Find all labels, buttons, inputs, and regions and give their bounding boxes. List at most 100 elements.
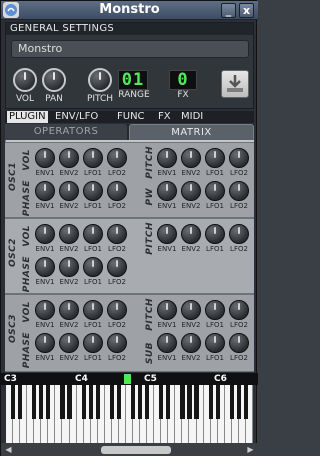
tab-func[interactable]: FUNC: [117, 111, 145, 123]
mod-knob-lfo2[interactable]: [107, 257, 127, 277]
tab-plugin[interactable]: PLUGIN: [7, 111, 48, 123]
mod-knob-lfo1[interactable]: [205, 224, 225, 244]
mod-label: ENV1: [157, 321, 177, 329]
mod-knob-lfo1[interactable]: [205, 333, 225, 353]
mod-knob-env1[interactable]: [35, 300, 55, 320]
mod-knob-env2[interactable]: [59, 333, 79, 353]
mod-knob-lfo2[interactable]: [229, 148, 249, 168]
mod-knob-env1[interactable]: [35, 181, 55, 201]
black-key[interactable]: [130, 385, 136, 419]
black-key[interactable]: [32, 385, 37, 419]
scroll-right-icon[interactable]: ▶: [245, 445, 256, 455]
mod-knob-env1[interactable]: [157, 181, 177, 201]
piano-keyboard[interactable]: [6, 385, 253, 443]
pan-knob[interactable]: [42, 68, 66, 92]
mod-knob-lfo1[interactable]: [205, 300, 225, 320]
black-key[interactable]: [180, 385, 185, 419]
black-key[interactable]: [81, 385, 86, 419]
mod-knob-env1[interactable]: [35, 224, 55, 244]
mod-knob-env1[interactable]: [157, 148, 177, 168]
black-key[interactable]: [109, 385, 114, 419]
black-key[interactable]: [208, 385, 213, 419]
vol-knob[interactable]: [13, 68, 37, 92]
black-key[interactable]: [145, 385, 150, 419]
mod-knob-lfo1[interactable]: [205, 181, 225, 201]
black-key[interactable]: [116, 385, 122, 419]
scroll-left-icon[interactable]: ◀: [3, 445, 14, 455]
mod-knob-env2[interactable]: [59, 257, 79, 277]
black-key[interactable]: [187, 385, 192, 419]
mod-knob-env2[interactable]: [181, 148, 201, 168]
black-key[interactable]: [243, 385, 249, 419]
mod-label: ENV1: [157, 245, 177, 253]
mod-knob-env1[interactable]: [157, 224, 177, 244]
mod-label: LFO1: [84, 354, 102, 362]
black-key[interactable]: [215, 385, 220, 419]
scroll-thumb[interactable]: [101, 446, 171, 454]
mod-knob-env2[interactable]: [59, 300, 79, 320]
pitch-knob[interactable]: [88, 68, 112, 92]
black-key[interactable]: [194, 385, 199, 419]
black-key[interactable]: [10, 385, 16, 419]
tab-fx[interactable]: FX: [158, 111, 171, 123]
mod-knob-lfo2[interactable]: [107, 148, 127, 168]
mod-knob-lfo1[interactable]: [83, 148, 103, 168]
range-display[interactable]: 01: [118, 70, 148, 90]
mod-knob-lfo2[interactable]: [229, 333, 249, 353]
mod-knob-env1[interactable]: [157, 333, 177, 353]
mod-label: LFO1: [206, 245, 224, 253]
tab-midi[interactable]: MIDI: [181, 111, 203, 123]
mod-knob-env2[interactable]: [181, 300, 201, 320]
minimize-button[interactable]: _: [221, 3, 236, 18]
mod-knob-lfo1[interactable]: [83, 181, 103, 201]
mod-knob-lfo1[interactable]: [83, 333, 103, 353]
mod-knob-lfo1[interactable]: [83, 300, 103, 320]
load-preset-button[interactable]: [221, 70, 249, 98]
black-key[interactable]: [88, 385, 93, 419]
mod-knob-lfo2[interactable]: [107, 224, 127, 244]
mod-knob-env1[interactable]: [35, 148, 55, 168]
black-key[interactable]: [95, 385, 100, 419]
mod-knob-env1[interactable]: [35, 333, 55, 353]
mod-knob-lfo2[interactable]: [107, 300, 127, 320]
mod-knob-lfo2[interactable]: [229, 224, 249, 244]
black-key[interactable]: [166, 385, 171, 419]
mod-knob-env2[interactable]: [59, 224, 79, 244]
mod-knob-env1[interactable]: [157, 300, 177, 320]
close-button[interactable]: x: [239, 3, 254, 18]
mod-knob-env1[interactable]: [35, 257, 55, 277]
keyboard-scrollbar[interactable]: ◀ ▶: [1, 443, 258, 456]
black-key[interactable]: [137, 385, 143, 419]
window-title: Monstro: [99, 2, 160, 17]
mod-label: ENV2: [181, 202, 201, 210]
mod-label: LFO1: [84, 245, 102, 253]
fx-display[interactable]: 0: [169, 70, 197, 90]
mod-knob-lfo2[interactable]: [229, 181, 249, 201]
mod-knob-env2[interactable]: [59, 148, 79, 168]
mod-knob-env2[interactable]: [181, 224, 201, 244]
mod-knob-env2[interactable]: [181, 181, 201, 201]
tab-operators[interactable]: OPERATORS: [5, 124, 127, 140]
tab-matrix[interactable]: MATRIX: [129, 124, 254, 140]
mod-knob-lfo1[interactable]: [83, 257, 103, 277]
mod-knob-lfo2[interactable]: [229, 300, 249, 320]
black-key[interactable]: [229, 385, 234, 419]
mod-label: ENV2: [59, 278, 79, 286]
black-key[interactable]: [46, 385, 51, 419]
title-bar[interactable]: Monstro _ x: [1, 1, 258, 20]
black-key[interactable]: [236, 385, 241, 419]
preset-name-field[interactable]: Monstro: [11, 40, 249, 58]
black-key[interactable]: [39, 385, 44, 419]
base-note-marker[interactable]: [124, 374, 131, 384]
mod-knob-env2[interactable]: [181, 333, 201, 353]
black-key[interactable]: [17, 385, 23, 419]
tab-env-lfo[interactable]: ENV/LFO: [55, 111, 98, 123]
mod-knob-lfo2[interactable]: [107, 333, 127, 353]
black-key[interactable]: [67, 385, 72, 419]
mod-knob-lfo2[interactable]: [107, 181, 127, 201]
mod-knob-lfo1[interactable]: [205, 148, 225, 168]
mod-knob-lfo1[interactable]: [83, 224, 103, 244]
black-key[interactable]: [159, 385, 164, 419]
mod-knob-env2[interactable]: [59, 181, 79, 201]
black-key[interactable]: [60, 385, 65, 419]
